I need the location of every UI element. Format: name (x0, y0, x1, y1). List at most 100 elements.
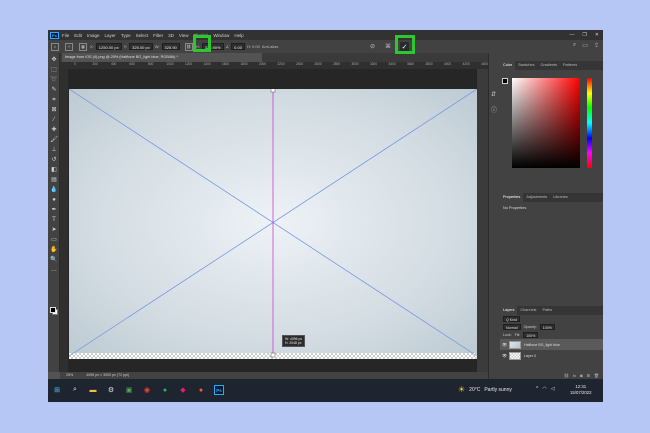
angle-field[interactable]: 0.00 (231, 43, 245, 50)
transform-overlay[interactable] (69, 89, 477, 359)
brush-tool-icon[interactable]: 🖌 (50, 137, 58, 144)
pen-tool-icon[interactable]: ✒ (50, 207, 58, 214)
maximize-button[interactable]: ❐ (582, 32, 586, 38)
menu-file[interactable]: File (62, 33, 69, 38)
tab-patterns[interactable]: Patterns (560, 61, 580, 70)
minimize-button[interactable]: — (569, 32, 574, 38)
crop-tool-icon[interactable]: ⌗ (50, 97, 58, 104)
menu-view[interactable]: View (179, 33, 189, 38)
eraser-tool-icon[interactable]: ◧ (50, 167, 58, 174)
layer-row[interactable]: 👁 Layer 0 (500, 350, 603, 361)
bottom-handle[interactable] (270, 352, 276, 358)
quick-select-tool-icon[interactable]: ✎ (50, 87, 58, 94)
photoshop-taskbar-icon[interactable]: Ps (214, 385, 224, 395)
hand-tool-icon[interactable]: ✋ (50, 247, 58, 254)
gradient-tool-icon[interactable]: ▤ (50, 177, 58, 184)
spotify-icon[interactable]: ● (160, 385, 170, 395)
chevron-up-icon[interactable]: ^ (536, 386, 538, 392)
tab-properties[interactable]: Properties (500, 193, 524, 202)
share-icon[interactable]: ⇪ (594, 42, 599, 49)
tab-channels[interactable]: Channels (517, 306, 539, 315)
chrome-icon[interactable]: ◉ (142, 385, 152, 395)
new-layer-icon[interactable]: ⊞ (587, 373, 590, 378)
frame-tool-icon[interactable]: ⊠ (50, 107, 58, 114)
settings-icon[interactable]: ⚙ (106, 385, 116, 395)
vertical-scrollbar[interactable] (477, 69, 488, 372)
weather-widget[interactable]: ☀ 20°C Partly sunny (458, 385, 512, 394)
clock[interactable]: 12:31 15/07/2022 (570, 384, 592, 396)
left-ruler[interactable] (60, 62, 68, 372)
zoom-tool-icon[interactable]: 🔍 (50, 257, 58, 264)
type-tool-icon[interactable]: T (50, 217, 58, 224)
layer-kind-filter[interactable]: Q Kind (503, 316, 520, 322)
fx-icon[interactable]: fx (573, 373, 576, 378)
marquee-tool-icon[interactable]: ⬚ (50, 67, 58, 74)
fill-field[interactable]: 100% (523, 332, 539, 338)
link-icon[interactable]: ⛓ (184, 42, 193, 51)
blend-mode-select[interactable]: Normal (503, 324, 521, 330)
file-explorer-icon[interactable]: ▬ (88, 385, 98, 395)
menu-window[interactable]: Window (213, 33, 229, 38)
tab-color[interactable]: Color (500, 61, 516, 70)
start-icon[interactable]: ⊞ (52, 385, 62, 395)
width-field[interactable]: 325.90 (161, 43, 180, 50)
menu-select[interactable]: Select (136, 33, 149, 38)
x-field[interactable]: 1250.00 px (95, 43, 122, 50)
warp-icon[interactable]: ⌘ (385, 43, 391, 50)
color-panel-swatch[interactable] (502, 78, 508, 84)
menu-3d[interactable]: 3D (168, 33, 174, 38)
volume-icon[interactable]: ◁ (551, 386, 555, 392)
workspace-icon[interactable]: ▭ (582, 42, 588, 49)
move-tool-icon[interactable]: ✥ (50, 57, 58, 64)
info-panel-icon[interactable]: ⓘ (491, 105, 497, 114)
hue-slider[interactable] (587, 78, 592, 168)
foreground-color-swatch[interactable] (50, 307, 56, 313)
mask-icon[interactable]: ◙ (580, 373, 582, 378)
menu-layer[interactable]: Layer (105, 33, 116, 38)
clone-stamp-icon[interactable]: ⊥ (50, 147, 58, 154)
transform-tool-icon[interactable]: ⊹ (65, 42, 73, 51)
top-handle[interactable] (270, 89, 276, 93)
home-icon[interactable]: ⌂ (51, 42, 59, 51)
layer-row[interactable]: 👁 Halftone BG_light blue (500, 339, 603, 350)
blur-tool-icon[interactable]: 💧 (50, 187, 58, 194)
tab-swatches[interactable]: Swatches (515, 61, 537, 70)
tab-gradients[interactable]: Gradients (538, 61, 560, 70)
visibility-eye-icon[interactable]: 👁 (502, 353, 509, 358)
history-brush-icon[interactable]: ↺ (50, 157, 58, 164)
eyedropper-tool-icon[interactable]: ⁄ (50, 117, 58, 124)
close-button[interactable]: ✕ (595, 32, 599, 38)
history-panel-icon[interactable]: ⇵ (491, 91, 496, 98)
lasso-tool-icon[interactable]: ➰ (50, 77, 58, 84)
reference-point-icon[interactable]: ▦ (79, 42, 87, 51)
search-icon[interactable]: ⌕ (70, 385, 80, 395)
color-picker-field[interactable] (512, 78, 580, 168)
tab-libraries[interactable]: Libraries (550, 193, 571, 202)
top-ruler[interactable]: 0 200 400 600 800 1000 1200 1400 1600 1800 2000 220… (68, 62, 488, 69)
app-icon-3[interactable]: ● (196, 385, 206, 395)
menu-type[interactable]: Type (121, 33, 131, 38)
trash-icon[interactable]: 🗑 (594, 373, 599, 378)
link-layers-icon[interactable]: ⛓ (564, 373, 569, 378)
path-select-icon[interactable]: ➤ (50, 227, 58, 234)
y-field[interactable]: 325.00 px (129, 43, 153, 50)
zoom-level[interactable]: 25% (66, 373, 73, 377)
visibility-eye-icon[interactable]: 👁 (502, 342, 509, 347)
tab-adjustments[interactable]: Adjustments (523, 193, 550, 202)
opacity-field[interactable]: 100% (539, 324, 555, 330)
menu-help[interactable]: Help (234, 33, 243, 38)
search-icon[interactable]: ⌕ (573, 42, 576, 49)
more-tools-icon[interactable]: … (50, 267, 58, 274)
menu-edit[interactable]: Edit (74, 33, 82, 38)
menu-filter[interactable]: Filter (153, 33, 163, 38)
antialias-label[interactable]: Anti-alias (262, 44, 278, 49)
wifi-icon[interactable]: ◠ (542, 386, 546, 392)
tab-paths[interactable]: Paths (539, 306, 555, 315)
dodge-tool-icon[interactable]: ● (50, 197, 58, 204)
app-icon-1[interactable]: ▣ (124, 385, 134, 395)
app-icon-2[interactable]: ◆ (178, 385, 188, 395)
tab-layers[interactable]: Layers (500, 306, 518, 315)
menu-image[interactable]: Image (87, 33, 100, 38)
document-tab[interactable]: Image from iOS (4).png @ 25% (Halftone B… (62, 53, 262, 62)
rectangle-tool-icon[interactable]: ▭ (50, 237, 58, 244)
